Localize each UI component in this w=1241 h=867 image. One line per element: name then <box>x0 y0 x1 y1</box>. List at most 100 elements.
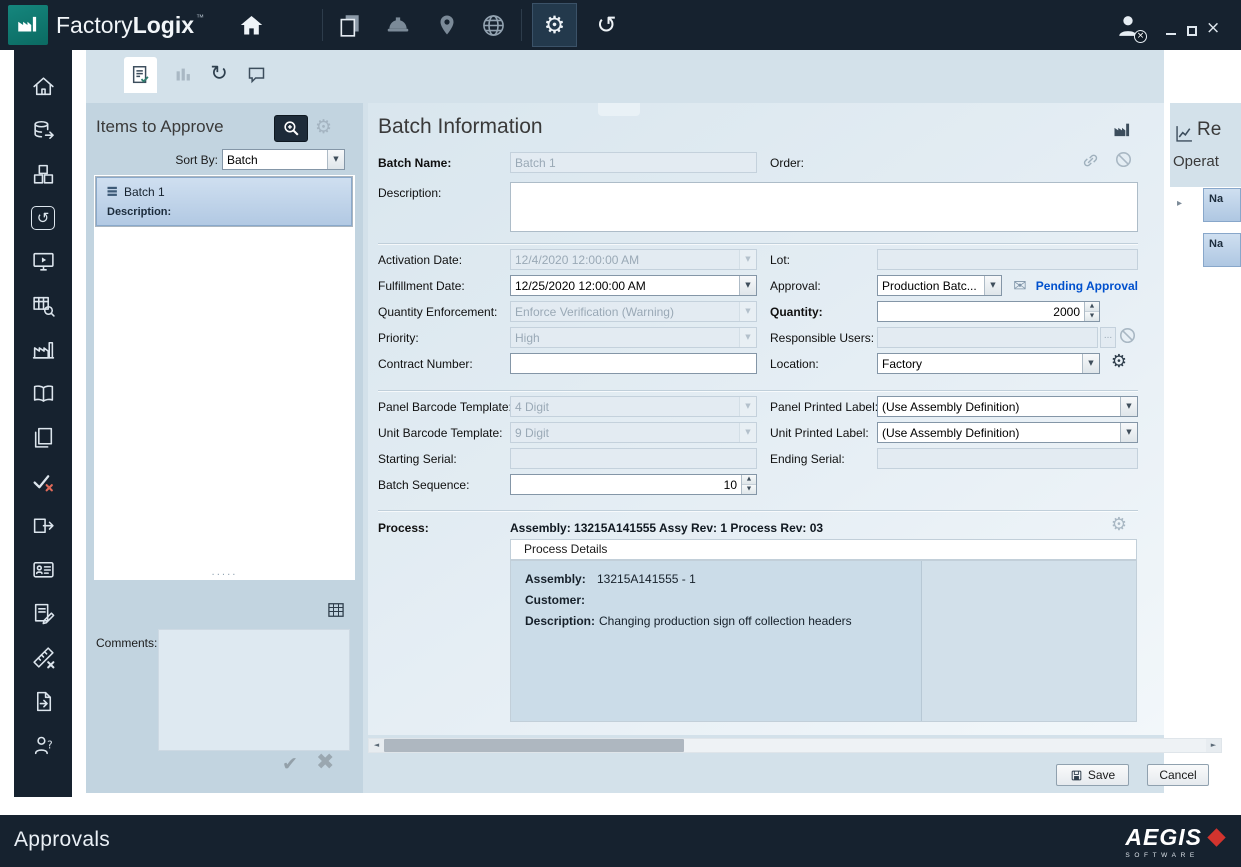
logout-x-icon: × <box>1134 30 1147 43</box>
quantity-stepper[interactable]: ▲▼ <box>877 301 1100 322</box>
location-gear-icon[interactable]: ⚙ <box>1109 352 1129 372</box>
approve-check-button[interactable]: ✔ <box>282 755 298 774</box>
collapse-grip[interactable] <box>598 103 640 116</box>
home-icon[interactable] <box>237 11 265 39</box>
unit-printed-value: (Use Assembly Definition) <box>878 426 1120 440</box>
user-question-icon[interactable]: ? <box>31 733 56 758</box>
quantity-label: Quantity: <box>770 305 823 319</box>
documents-copy-icon[interactable] <box>336 11 364 39</box>
transfer-out-icon[interactable] <box>31 513 56 538</box>
process-details-tab[interactable]: Process Details <box>510 539 1137 560</box>
close-button[interactable]: × <box>1206 20 1220 37</box>
responsible-users-label: Responsible Users: <box>770 331 874 345</box>
fulfillment-date-label: Fulfillment Date: <box>378 279 465 293</box>
operations-chart-icon <box>1174 123 1195 144</box>
location-pin-icon[interactable] <box>433 11 461 39</box>
panel-barcode-template-label: Panel Barcode Template: <box>378 400 512 414</box>
approvals-check-icon[interactable] <box>31 469 56 494</box>
settings-gear-button[interactable]: ⚙ <box>532 3 577 47</box>
home-nav-icon[interactable] <box>31 74 56 99</box>
app-title: FactoryLogix™ <box>56 0 204 50</box>
description-input[interactable] <box>510 182 1138 232</box>
location-value: Factory <box>878 357 1082 371</box>
spinner-buttons[interactable]: ▲▼ <box>741 475 756 494</box>
assembly-boxes-icon[interactable] <box>31 162 56 187</box>
factory-nav-icon[interactable] <box>31 337 56 362</box>
scroll-right-icon[interactable]: ► <box>1206 739 1221 752</box>
unit-printed-label-label: Unit Printed Label: <box>770 426 869 440</box>
chevron-down-icon: ▼ <box>984 276 1001 295</box>
cancel-button[interactable]: Cancel <box>1147 764 1209 786</box>
scrollbar-track[interactable] <box>384 739 1206 752</box>
spinner-buttons[interactable]: ▲▼ <box>1084 302 1099 321</box>
details-assembly-label: Assembly: <box>525 572 586 586</box>
workstation-monitor-icon[interactable] <box>31 249 56 274</box>
tab-approval-details[interactable] <box>124 57 157 93</box>
sort-by-select[interactable]: Batch ▼ <box>222 149 345 170</box>
approval-label: Approval: <box>770 279 821 293</box>
comment-bubble-icon[interactable] <box>243 61 269 87</box>
horizontal-scrollbar[interactable]: ◄ ► <box>368 738 1222 753</box>
chevron-down-icon: ▼ <box>739 276 756 295</box>
save-button[interactable]: Save <box>1056 764 1129 786</box>
list-item-batch[interactable]: Batch 1 Description: <box>96 177 352 226</box>
spin-up-icon[interactable]: ▲ <box>742 475 756 484</box>
quantity-input[interactable] <box>878 302 1084 321</box>
templates-pages-icon[interactable] <box>31 425 56 450</box>
related-operations-panel: Re Operat ▸ Na Na <box>1170 103 1241 727</box>
maximize-button[interactable] <box>1187 26 1197 36</box>
ruler-cancel-icon[interactable] <box>31 645 56 670</box>
magnifier-plus-icon <box>282 119 301 138</box>
form-title: Batch Information <box>378 115 543 139</box>
aegis-logo: AEGIS SOFTWARE <box>1125 824 1223 859</box>
scroll-left-icon[interactable]: ◄ <box>369 739 384 752</box>
spin-down-icon[interactable]: ▼ <box>1085 311 1099 321</box>
spin-up-icon[interactable]: ▲ <box>1085 302 1099 311</box>
unit-barcode-template-label: Unit Barcode Template: <box>378 426 503 440</box>
scrollbar-thumb[interactable] <box>384 739 684 752</box>
approval-select[interactable]: Production Batc... ▼ <box>877 275 1002 296</box>
materials-database-icon[interactable] <box>31 118 56 143</box>
comments-label: Comments: <box>96 636 157 650</box>
table-search-icon[interactable] <box>31 293 56 318</box>
factorylogix-logo-icon <box>8 5 48 45</box>
history-undo-button[interactable]: ↺ <box>584 3 629 47</box>
process-gear-icon: ⚙ <box>1109 515 1129 535</box>
spin-down-icon[interactable]: ▼ <box>742 484 756 494</box>
batch-sequence-input[interactable] <box>511 475 741 494</box>
search-items-button[interactable] <box>274 115 308 142</box>
comments-input[interactable] <box>158 629 350 751</box>
factory-location-icon[interactable] <box>1112 119 1132 139</box>
id-card-icon[interactable] <box>31 557 56 582</box>
responsible-users-input <box>877 327 1098 348</box>
unit-printed-label-select[interactable]: (Use Assembly Definition) ▼ <box>877 422 1138 443</box>
brand-second: Logix <box>133 12 194 39</box>
minimize-button[interactable] <box>1166 33 1176 35</box>
cancel-button-label: Cancel <box>1159 768 1196 782</box>
fulfillment-date-combo[interactable]: 12/25/2020 12:00:00 AM ▼ <box>510 275 757 296</box>
user-session-icon[interactable]: × <box>1114 12 1144 40</box>
location-select[interactable]: Factory ▼ <box>877 353 1100 374</box>
reject-x-button[interactable]: ✖ <box>316 752 334 774</box>
chevron-down-icon: ▼ <box>1120 423 1137 442</box>
operation-item[interactable]: Na <box>1203 188 1241 222</box>
documentation-book-icon[interactable] <box>31 381 56 406</box>
refresh-circle-icon[interactable]: ↻ <box>206 60 232 86</box>
document-edit-icon[interactable] <box>31 601 56 626</box>
file-import-icon[interactable] <box>31 689 56 714</box>
hardhat-icon[interactable] <box>384 11 412 39</box>
panel-printed-label-select[interactable]: (Use Assembly Definition) ▼ <box>877 396 1138 417</box>
operation-item[interactable]: Na <box>1203 233 1241 267</box>
expander-icon[interactable]: ▸ <box>1177 199 1182 209</box>
items-to-approve-panel: Items to Approve ⚙ Sort By: Batch ▼ Batc… <box>86 103 363 793</box>
contract-number-input[interactable] <box>510 353 757 374</box>
splitter-grip[interactable]: ····· <box>86 571 363 581</box>
operation-item-label: Na <box>1209 193 1223 205</box>
globe-icon[interactable] <box>479 11 507 39</box>
process-details-divider <box>921 561 922 721</box>
spreadsheet-icon[interactable] <box>326 600 346 620</box>
statusbar: Approvals AEGIS SOFTWARE <box>0 815 1241 867</box>
batch-sequence-stepper[interactable]: ▲▼ <box>510 474 757 495</box>
items-panel-title: Items to Approve <box>96 117 224 137</box>
history-icon[interactable]: ↺ <box>31 206 55 230</box>
